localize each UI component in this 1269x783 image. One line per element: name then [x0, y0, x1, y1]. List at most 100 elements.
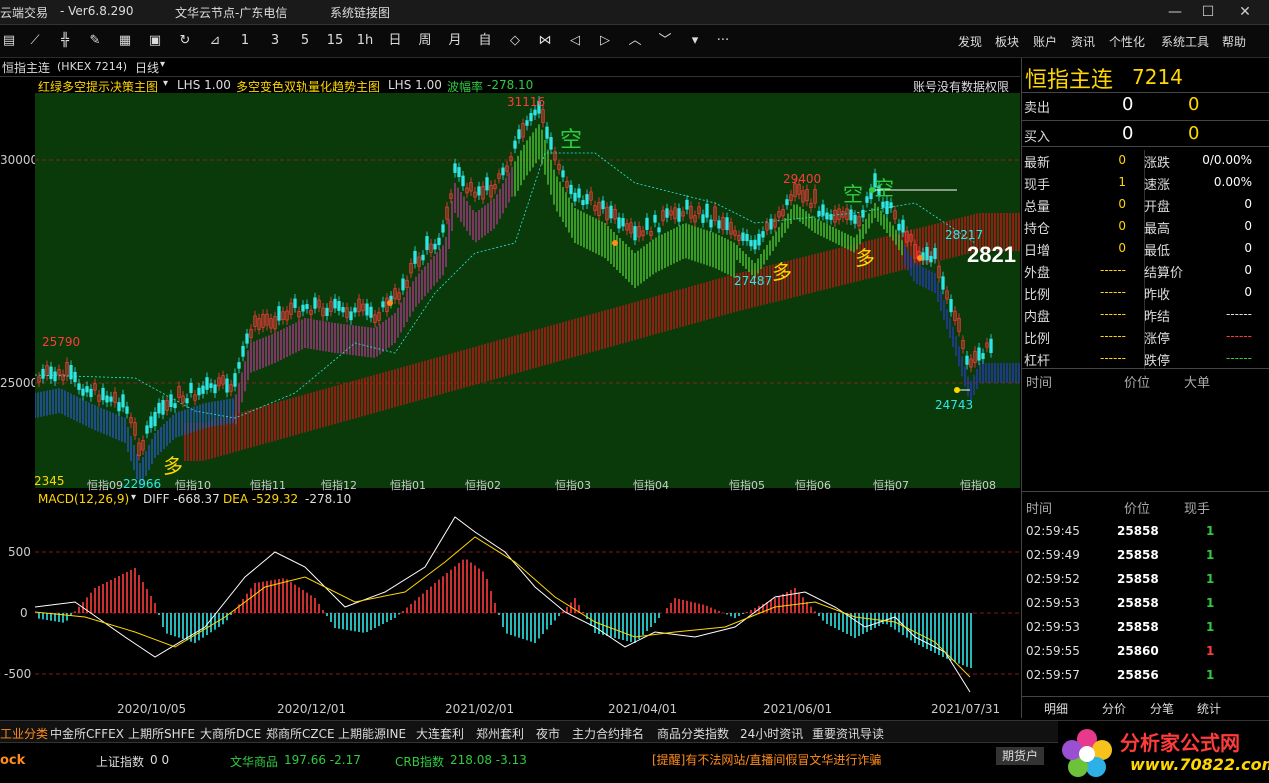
- period-15[interactable]: 15: [326, 31, 344, 51]
- crb-index-label[interactable]: CRB指数: [395, 753, 444, 770]
- tab-czce[interactable]: 郑商所CZCE: [266, 725, 335, 742]
- tab-main-rank[interactable]: 主力合约排名: [572, 725, 644, 742]
- tab-tick-split[interactable]: 分笔: [1150, 700, 1174, 717]
- period-week[interactable]: 周: [416, 31, 434, 51]
- period-month[interactable]: 月: [446, 31, 464, 51]
- macd-bar: MACD(12,26,9) ▾ DIFF -668.37 DEA -529.32…: [35, 491, 1020, 507]
- tab-night[interactable]: 夜市: [536, 725, 560, 742]
- quote-label: 结算价: [1144, 266, 1184, 281]
- tab-zhengzhou-arb[interactable]: 郑州套利: [476, 725, 524, 742]
- sz-index-label[interactable]: 上证指数: [96, 753, 144, 770]
- period-select[interactable]: 日线: [135, 59, 159, 76]
- kline-icon[interactable]: ╬: [56, 31, 74, 51]
- label-mid-low: 27487: [734, 274, 773, 288]
- refresh-icon[interactable]: ↻: [176, 31, 194, 51]
- candle-body: [745, 233, 749, 242]
- candle-body: [69, 365, 73, 380]
- symbol-name[interactable]: 恒指主连: [2, 59, 50, 76]
- period-1[interactable]: 1: [236, 31, 254, 51]
- menu-personalize[interactable]: 个性化: [1109, 33, 1145, 50]
- signal-duo-1: 多: [163, 454, 183, 478]
- tab-important-news[interactable]: 重要资讯导读: [812, 725, 884, 742]
- save-icon[interactable]: ▣: [146, 31, 164, 51]
- quote-row: 外盘 ------ 结算价 0: [1022, 260, 1269, 282]
- draw-icon[interactable]: ✎: [86, 31, 104, 51]
- menu-account[interactable]: 账户: [1033, 33, 1057, 50]
- wh-index-label[interactable]: 文华商品: [230, 753, 278, 770]
- tab-dalian-arb[interactable]: 大连套利: [416, 725, 464, 742]
- tab-industry[interactable]: 工业分类: [0, 725, 48, 742]
- arrow-left-icon[interactable]: ◁: [566, 31, 584, 51]
- zoom-out-icon[interactable]: ⋈: [536, 31, 554, 51]
- maximize-icon[interactable]: ☐: [1193, 2, 1223, 22]
- chevron-down-icon[interactable]: ▾: [131, 492, 136, 503]
- menu-icon[interactable]: ▤: [0, 31, 18, 51]
- candle-body: [757, 233, 761, 246]
- indicator-icon[interactable]: ▦: [116, 31, 134, 51]
- candle-body: [761, 231, 765, 238]
- period-day[interactable]: 日: [386, 31, 404, 51]
- quote-value: ------: [1226, 351, 1252, 365]
- quote-label: 昨结: [1144, 310, 1171, 325]
- period-1h[interactable]: 1h: [356, 31, 374, 51]
- dropdown-icon[interactable]: ▾: [686, 31, 704, 51]
- tab-stats[interactable]: 统计: [1197, 700, 1221, 717]
- candle-body: [501, 167, 505, 176]
- macd-label[interactable]: MACD(12,26,9): [38, 492, 129, 506]
- candle-body: [169, 394, 173, 407]
- arrow-up-icon[interactable]: ︿: [626, 31, 644, 51]
- candle-body: [237, 362, 241, 369]
- label-high: 31116: [507, 95, 546, 109]
- quote-label: 杠杆: [1024, 354, 1051, 369]
- line-chart-icon[interactable]: ⟋: [26, 31, 44, 51]
- quote-row: 杠杆 ------ 跌停 ------: [1022, 348, 1269, 370]
- menu-sector[interactable]: 板块: [995, 33, 1019, 50]
- menu-discover[interactable]: 发现: [958, 33, 982, 50]
- candle-body: [769, 218, 773, 230]
- candle-body: [785, 199, 789, 206]
- tool-icon[interactable]: ⊿: [206, 31, 224, 51]
- candle-body: [965, 355, 969, 365]
- period-custom[interactable]: 自: [476, 31, 494, 51]
- tab-shfe[interactable]: 上期所SHFE: [128, 725, 195, 742]
- tab-ine[interactable]: 上期能源INE: [338, 725, 406, 742]
- chevron-down-icon[interactable]: ▾: [160, 59, 165, 70]
- period-3[interactable]: 3: [266, 31, 284, 51]
- menu-help[interactable]: 帮助: [1222, 33, 1246, 50]
- arrow-right-icon[interactable]: ▷: [596, 31, 614, 51]
- close-icon[interactable]: ✕: [1230, 2, 1260, 22]
- quote-label: 最新: [1024, 156, 1051, 171]
- tab-detail[interactable]: 明细: [1044, 700, 1068, 717]
- label-left-low2: 22966: [123, 477, 162, 491]
- indicator-lhs-1: LHS 1.00: [177, 78, 231, 92]
- minimize-icon[interactable]: —: [1160, 2, 1190, 22]
- candle-body: [185, 398, 189, 404]
- menu-news[interactable]: 资讯: [1071, 33, 1095, 50]
- zoom-in-icon[interactable]: ◇: [506, 31, 524, 51]
- candle-body: [381, 301, 385, 308]
- tab-price-split[interactable]: 分价: [1102, 700, 1126, 717]
- chevron-down-icon[interactable]: ▾: [163, 78, 168, 89]
- tab-dce[interactable]: 大商所DCE: [200, 725, 261, 742]
- quote-label: 开盘: [1144, 200, 1171, 215]
- menu-system-tools[interactable]: 系统工具: [1161, 33, 1209, 50]
- main-kline-chart[interactable]: [35, 93, 1020, 488]
- fraud-notice[interactable]: [提醒]有不法网站/直播间假冒文华进行诈骗: [652, 751, 881, 768]
- tab-24h-news[interactable]: 24小时资讯: [740, 725, 803, 742]
- candle-body: [413, 250, 417, 264]
- candle-body: [41, 368, 45, 379]
- tab-commodity-index[interactable]: 商品分类指数: [657, 725, 729, 742]
- macd-chart[interactable]: [35, 507, 1020, 697]
- account-button[interactable]: 期货户: [996, 747, 1044, 765]
- tick-price: 25860: [1117, 644, 1159, 658]
- tab-cffex[interactable]: 中金所CFFEX: [50, 725, 124, 742]
- app-name: 云端交易: [0, 6, 49, 20]
- arrow-down-icon[interactable]: ﹀: [656, 31, 674, 51]
- tick-price: 25858: [1117, 596, 1159, 610]
- quote-label: 跌停: [1144, 354, 1171, 369]
- quote-label: 外盘: [1024, 266, 1051, 281]
- connection-status[interactable]: 系统链接图: [330, 4, 390, 21]
- period-5[interactable]: 5: [296, 31, 314, 51]
- candle-body: [341, 307, 345, 313]
- more-button[interactable]: ···: [714, 31, 732, 51]
